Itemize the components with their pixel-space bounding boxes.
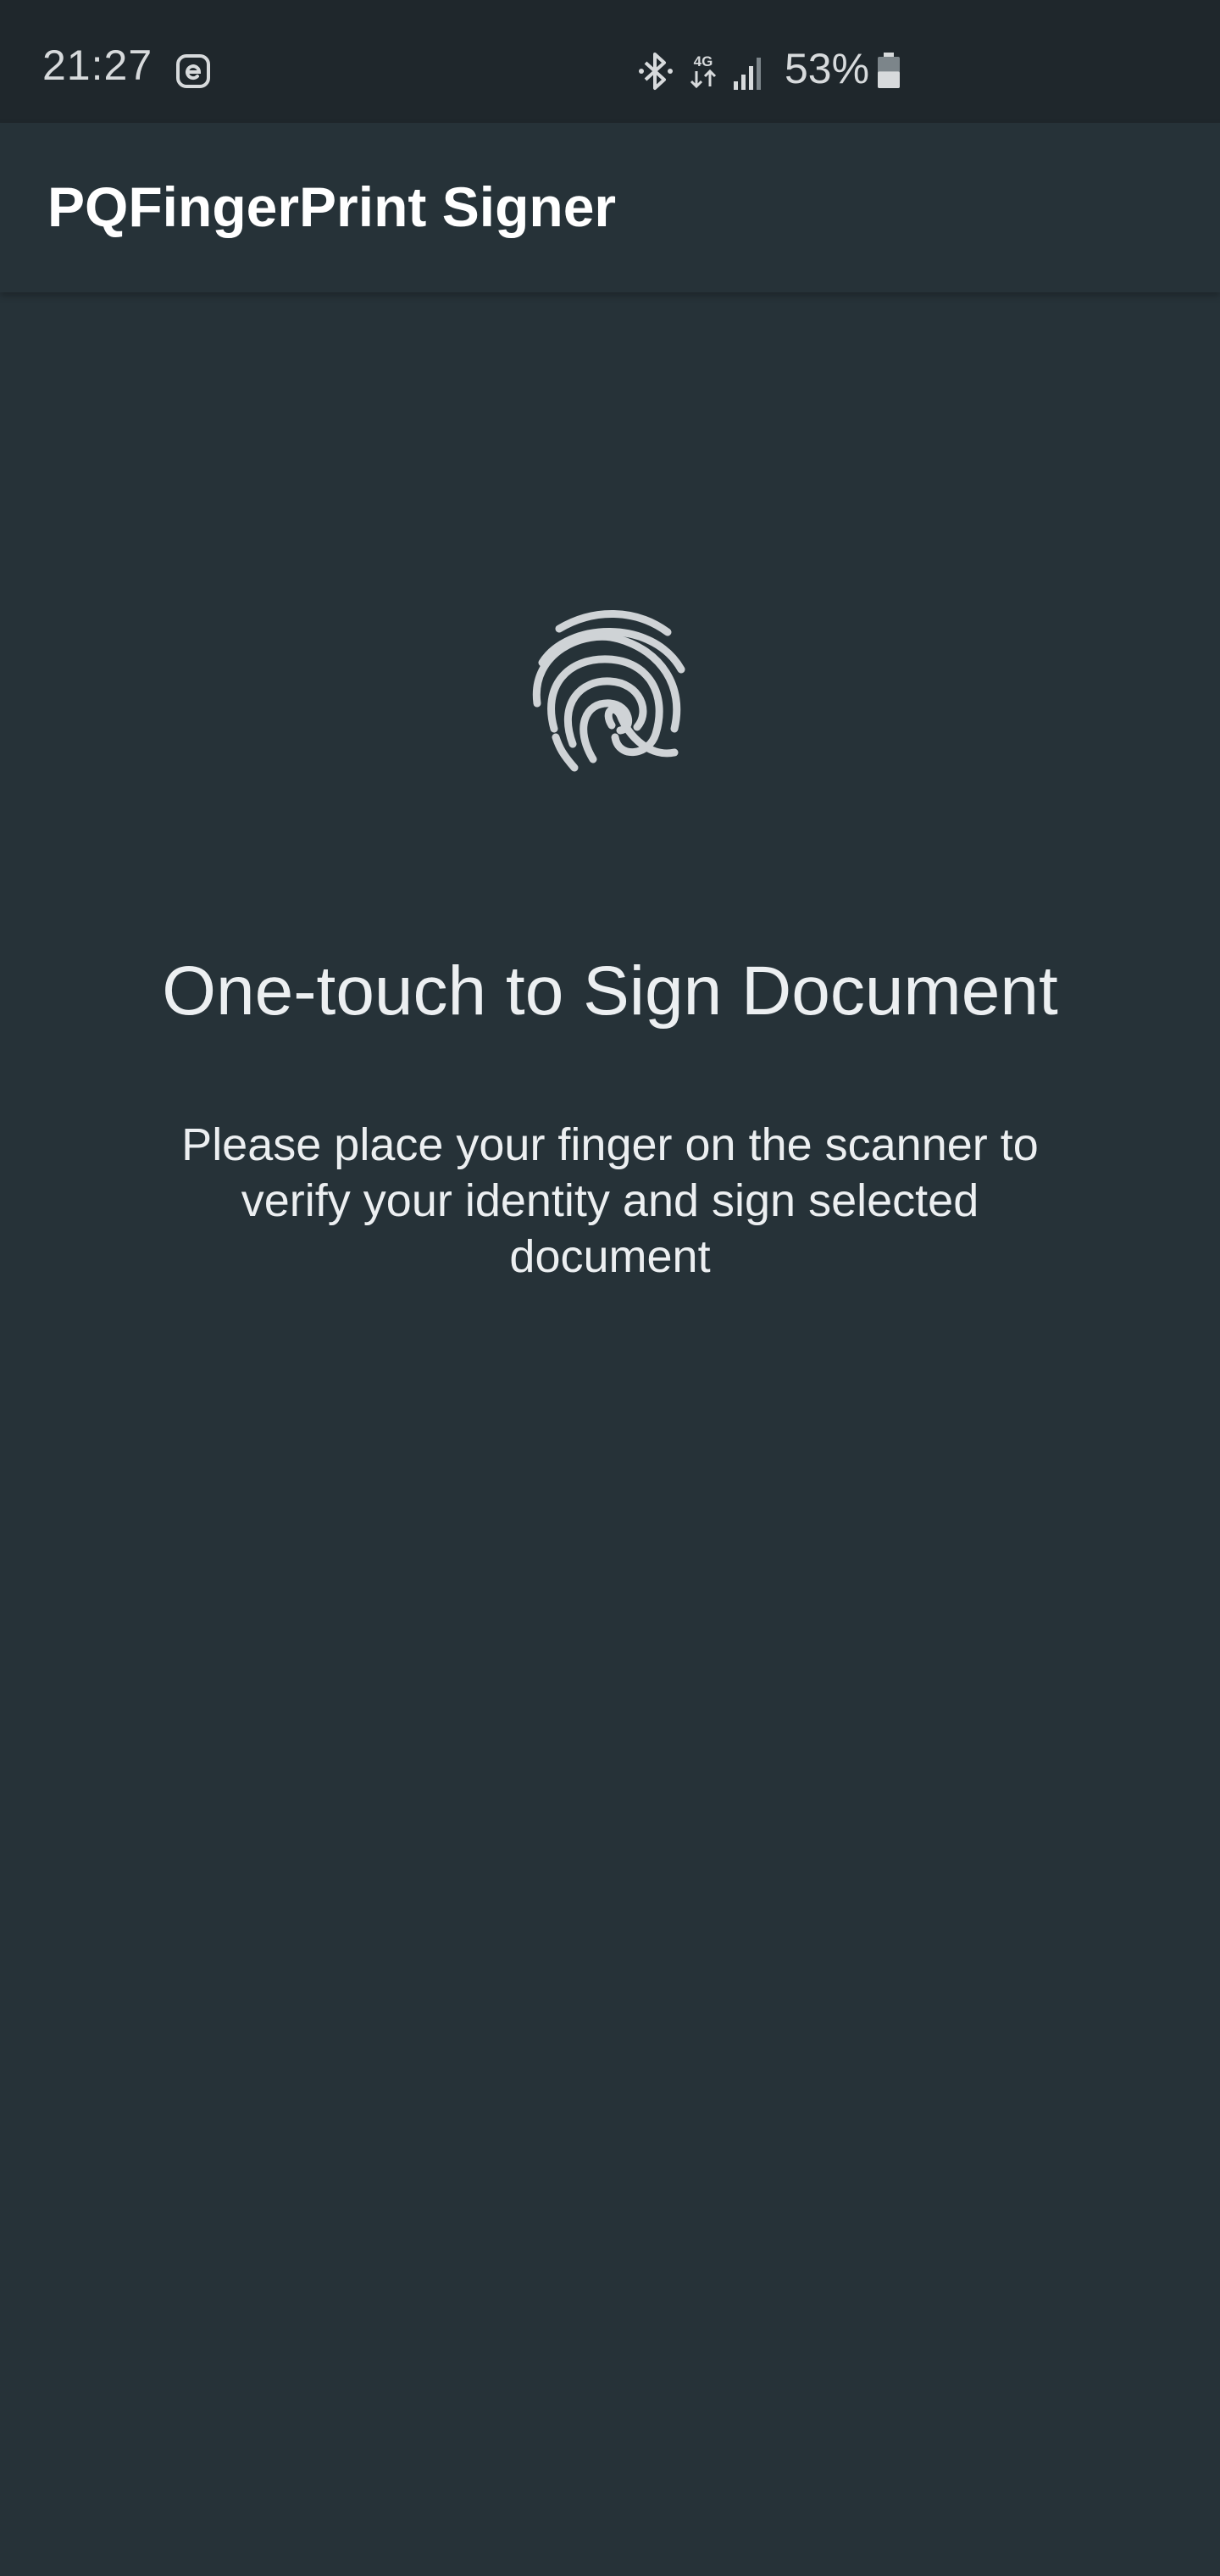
network-4g-icon: 4G [690,53,717,89]
status-time: 21:27 [42,42,153,89]
e-notification-icon [176,54,210,88]
instructions-text: Please place your finger on the scanner … [181,1119,1039,1282]
status-bar: 21:27 4G 53% [0,0,1220,123]
battery-icon [878,53,900,88]
battery-percent: 53% [785,45,870,92]
app-bar: PQFingerPrint Signer [0,123,1220,292]
signal-icon [734,58,761,90]
svg-text:4G: 4G [694,53,713,69]
app-title: PQFingerPrint Signer [47,175,617,238]
bluetooth-icon [639,53,673,90]
sign-heading: One-touch to Sign Document [162,952,1058,1030]
fingerprint-sign-screen: 21:27 4G 53% PQFingerPrint Signer One-to… [0,0,1220,2576]
fingerprint-icon [532,610,685,772]
